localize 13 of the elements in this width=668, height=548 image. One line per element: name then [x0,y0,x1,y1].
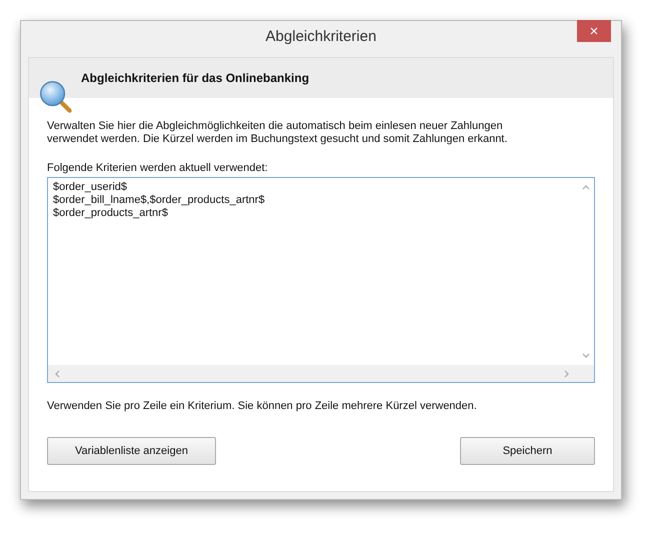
magnifier-icon [39,80,73,114]
header-title: Abgleichkriterien für das Onlinebanking [81,71,310,85]
variable-list-button[interactable]: Variablenliste anzeigen [47,437,216,465]
close-button[interactable]: × [577,20,611,42]
save-button[interactable]: Speichern [460,437,595,465]
description-text: Verwalten Sie hier die Abgleichmöglichkeiten die automatisch beim einlesen neuer Zahlungen verwendet werden. Die Kürzel werden im Buchungstext gesucht und somit Zahlungen erkannt. [47,120,508,146]
window-title: Abgleichkriterien [266,28,376,44]
criteria-label: Folgende Kriterien werden aktuell verwendet: [47,162,269,174]
criteria-line: $order_bill_lname$,$order_products_artnr$ [53,194,266,207]
criteria-line: $order_userid$ [53,181,128,194]
hint-text: Verwenden Sie pro Zeile ein Kriterium. Sie können pro Zeile mehrere Kürzel verwenden. [47,400,478,412]
criteria-line: $order_products_artnr$ [53,207,169,220]
criteria-text-area[interactable]: $order_userid$ $order_bill_lname$,$order_products_artnr$ $order_products_artnr$ [47,177,595,383]
